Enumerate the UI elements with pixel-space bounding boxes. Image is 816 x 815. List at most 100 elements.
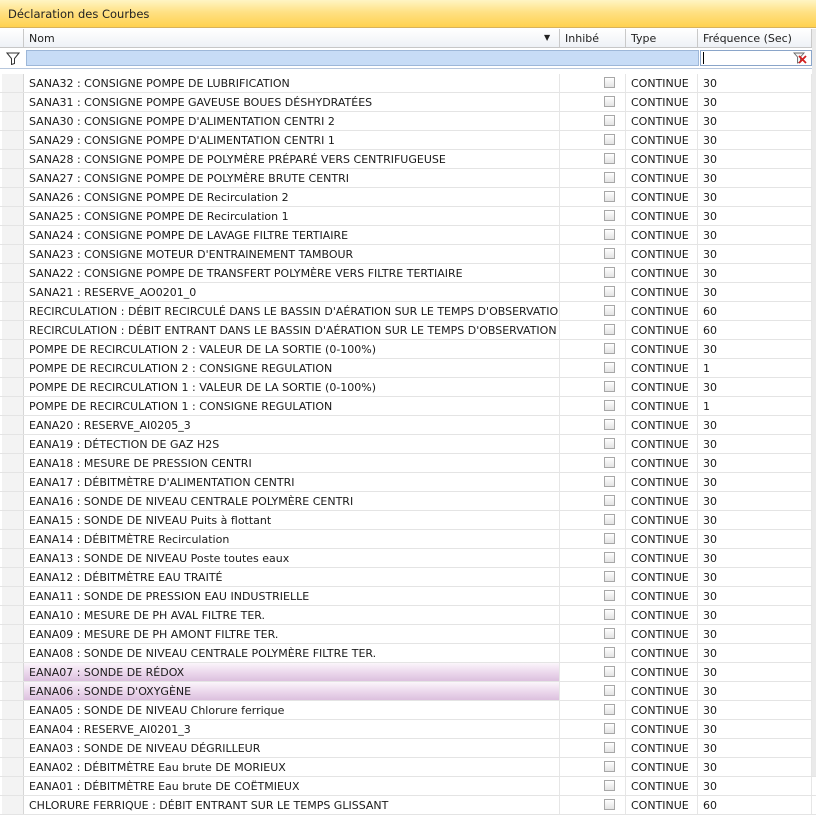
row-indicator[interactable] xyxy=(2,302,24,320)
cell-frequence[interactable]: 30 xyxy=(698,150,812,168)
cell-type[interactable]: CONTINUE xyxy=(626,796,698,814)
cell-frequence[interactable]: 30 xyxy=(698,682,812,700)
table-row[interactable]: EANA06 : SONDE D'OXYGÈNE CONTINUE 30 xyxy=(0,682,816,701)
cell-frequence[interactable]: 30 xyxy=(698,777,812,795)
cell-frequence[interactable]: 30 xyxy=(698,644,812,662)
table-row[interactable]: EANA12 : DÉBITMÈTRE EAU TRAITÉ CONTINUE 30 xyxy=(0,568,816,587)
table-row[interactable]: RECIRCULATION : DÉBIT ENTRANT DANS LE BA… xyxy=(0,321,816,340)
cell-type[interactable]: CONTINUE xyxy=(626,549,698,567)
inhibe-checkbox[interactable] xyxy=(604,457,615,468)
row-indicator[interactable] xyxy=(2,131,24,149)
cell-frequence[interactable]: 30 xyxy=(698,226,812,244)
row-indicator[interactable] xyxy=(2,701,24,719)
cell-type[interactable]: CONTINUE xyxy=(626,530,698,548)
filter-funnel-icon[interactable] xyxy=(6,52,20,65)
row-indicator[interactable] xyxy=(2,587,24,605)
inhibe-checkbox[interactable] xyxy=(604,647,615,658)
inhibe-checkbox[interactable] xyxy=(604,134,615,145)
table-row[interactable]: EANA19 : DÉTECTION DE GAZ H2S CONTINUE 30 xyxy=(0,435,816,454)
cell-frequence[interactable]: 30 xyxy=(698,378,812,396)
cell-nom[interactable]: EANA04 : RESERVE_AI0201_3 xyxy=(24,720,560,738)
inhibe-checkbox[interactable] xyxy=(604,761,615,772)
inhibe-checkbox[interactable] xyxy=(604,305,615,316)
table-row[interactable]: SANA22 : CONSIGNE POMPE DE TRANSFERT POL… xyxy=(0,264,816,283)
cell-type[interactable]: CONTINUE xyxy=(626,359,698,377)
row-indicator[interactable] xyxy=(2,644,24,662)
row-indicator[interactable] xyxy=(2,511,24,529)
cell-nom[interactable]: EANA14 : DÉBITMÈTRE Recirculation xyxy=(24,530,560,548)
row-indicator[interactable] xyxy=(2,720,24,738)
table-row[interactable]: SANA28 : CONSIGNE POMPE DE POLYMÈRE PRÉP… xyxy=(0,150,816,169)
row-indicator[interactable] xyxy=(2,530,24,548)
cell-type[interactable]: CONTINUE xyxy=(626,758,698,776)
table-row[interactable]: EANA16 : SONDE DE NIVEAU CENTRALE POLYMÈ… xyxy=(0,492,816,511)
inhibe-checkbox[interactable] xyxy=(604,742,615,753)
cell-nom[interactable]: RECIRCULATION : DÉBIT RECIRCULÉ DANS LE … xyxy=(24,302,560,320)
row-indicator[interactable] xyxy=(2,150,24,168)
cell-type[interactable]: CONTINUE xyxy=(626,340,698,358)
row-indicator[interactable] xyxy=(2,473,24,491)
row-indicator[interactable] xyxy=(2,245,24,263)
table-row[interactable]: CHLORURE FERRIQUE : DÉBIT ENTRANT SUR LE… xyxy=(0,796,816,815)
cell-frequence[interactable]: 30 xyxy=(698,568,812,586)
table-row[interactable]: SANA27 : CONSIGNE POMPE DE POLYMÈRE BRUT… xyxy=(0,169,816,188)
cell-type[interactable]: CONTINUE xyxy=(626,302,698,320)
inhibe-checkbox[interactable] xyxy=(604,115,615,126)
row-indicator[interactable] xyxy=(2,663,24,681)
cell-nom[interactable]: SANA29 : CONSIGNE POMPE D'ALIMENTATION C… xyxy=(24,131,560,149)
row-indicator[interactable] xyxy=(2,435,24,453)
table-row[interactable]: EANA05 : SONDE DE NIVEAU Chlorure ferriq… xyxy=(0,701,816,720)
cell-nom[interactable]: CHLORURE FERRIQUE : DÉBIT ENTRANT SUR LE… xyxy=(24,796,560,814)
inhibe-checkbox[interactable] xyxy=(604,571,615,582)
row-indicator[interactable] xyxy=(2,416,24,434)
cell-nom[interactable]: EANA15 : SONDE DE NIVEAU Puits à flottan… xyxy=(24,511,560,529)
inhibe-checkbox[interactable] xyxy=(604,590,615,601)
row-indicator[interactable] xyxy=(2,264,24,282)
cell-nom[interactable]: SANA26 : CONSIGNE POMPE DE Recirculation… xyxy=(24,188,560,206)
row-indicator[interactable] xyxy=(2,625,24,643)
cell-type[interactable]: CONTINUE xyxy=(626,169,698,187)
table-row[interactable]: SANA31 : CONSIGNE POMPE GAVEUSE BOUES DÉ… xyxy=(0,93,816,112)
inhibe-checkbox[interactable] xyxy=(604,324,615,335)
inhibe-checkbox[interactable] xyxy=(604,381,615,392)
cell-frequence[interactable]: 60 xyxy=(698,302,812,320)
column-header-frequence[interactable]: Fréquence (Sec) xyxy=(698,29,812,47)
inhibe-checkbox[interactable] xyxy=(604,419,615,430)
inhibe-checkbox[interactable] xyxy=(604,343,615,354)
cell-frequence[interactable]: 30 xyxy=(698,340,812,358)
cell-type[interactable]: CONTINUE xyxy=(626,663,698,681)
cell-type[interactable]: CONTINUE xyxy=(626,454,698,472)
cell-frequence[interactable]: 30 xyxy=(698,454,812,472)
cell-frequence[interactable]: 30 xyxy=(698,511,812,529)
inhibe-checkbox[interactable] xyxy=(604,77,615,88)
cell-type[interactable]: CONTINUE xyxy=(626,131,698,149)
cell-nom[interactable]: POMPE DE RECIRCULATION 2 : VALEUR DE LA … xyxy=(24,340,560,358)
cell-nom[interactable]: EANA17 : DÉBITMÈTRE D'ALIMENTATION CENTR… xyxy=(24,473,560,491)
cell-frequence[interactable]: 30 xyxy=(698,283,812,301)
cell-nom[interactable]: SANA32 : CONSIGNE POMPE DE LUBRIFICATION xyxy=(24,74,560,92)
cell-nom[interactable]: EANA02 : DÉBITMÈTRE Eau brute DE MORIEUX xyxy=(24,758,560,776)
cell-frequence[interactable]: 30 xyxy=(698,188,812,206)
cell-frequence[interactable]: 60 xyxy=(698,796,812,814)
cell-type[interactable]: CONTINUE xyxy=(626,511,698,529)
table-row[interactable]: EANA15 : SONDE DE NIVEAU Puits à flottan… xyxy=(0,511,816,530)
table-row[interactable]: POMPE DE RECIRCULATION 2 : VALEUR DE LA … xyxy=(0,340,816,359)
inhibe-checkbox[interactable] xyxy=(604,248,615,259)
cell-frequence[interactable]: 30 xyxy=(698,93,812,111)
cell-frequence[interactable]: 30 xyxy=(698,701,812,719)
table-row[interactable]: EANA01 : DÉBITMÈTRE Eau brute DE COËTMIE… xyxy=(0,777,816,796)
row-indicator[interactable] xyxy=(2,758,24,776)
cell-nom[interactable]: EANA06 : SONDE D'OXYGÈNE xyxy=(24,682,560,700)
row-indicator[interactable] xyxy=(2,207,24,225)
cell-frequence[interactable]: 1 xyxy=(698,359,812,377)
cell-type[interactable]: CONTINUE xyxy=(626,112,698,130)
cell-nom[interactable]: EANA10 : MESURE DE PH AVAL FILTRE TER. xyxy=(24,606,560,624)
inhibe-checkbox[interactable] xyxy=(604,666,615,677)
row-indicator[interactable] xyxy=(2,739,24,757)
table-row[interactable]: POMPE DE RECIRCULATION 1 : VALEUR DE LA … xyxy=(0,378,816,397)
cell-type[interactable]: CONTINUE xyxy=(626,435,698,453)
cell-frequence[interactable]: 30 xyxy=(698,758,812,776)
cell-type[interactable]: CONTINUE xyxy=(626,720,698,738)
cell-nom[interactable]: SANA31 : CONSIGNE POMPE GAVEUSE BOUES DÉ… xyxy=(24,93,560,111)
cell-frequence[interactable]: 30 xyxy=(698,416,812,434)
